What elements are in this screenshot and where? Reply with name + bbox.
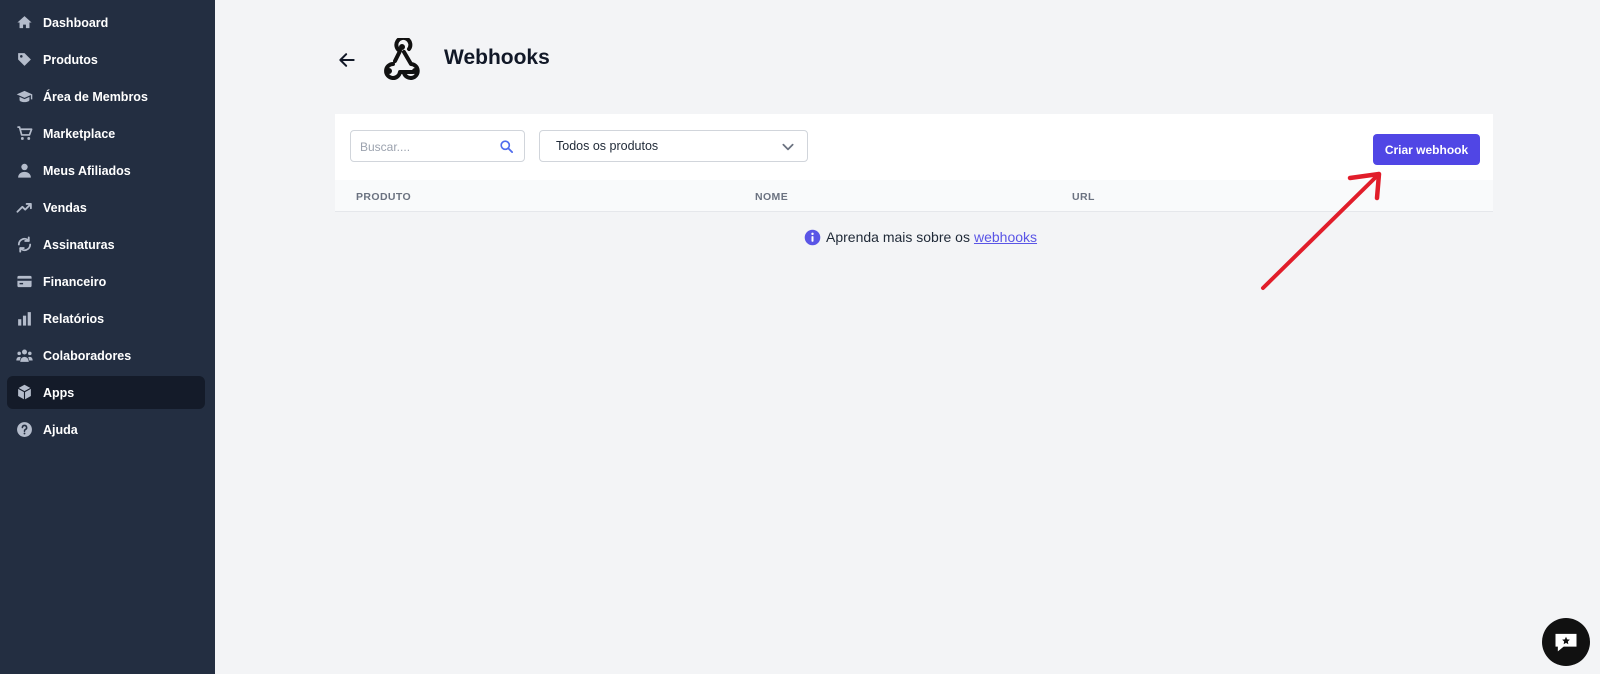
- info-text: Aprenda mais sobre os: [826, 229, 970, 245]
- sidebar-item-relatorios[interactable]: Relatórios: [7, 302, 205, 335]
- column-header-url: URL: [1072, 191, 1095, 203]
- info-message: Aprenda mais sobre os webhooks: [804, 228, 1037, 246]
- graduation-cap-icon: [15, 88, 33, 106]
- sidebar-item-produtos[interactable]: Produtos: [7, 43, 205, 76]
- arrow-left-icon: [339, 53, 355, 67]
- help-circle-icon: [15, 421, 33, 439]
- sidebar-item-label: Marketplace: [43, 126, 116, 141]
- chat-support-button[interactable]: [1542, 618, 1590, 666]
- create-webhook-button[interactable]: Criar webhook: [1373, 134, 1480, 165]
- sidebar-item-colaboradores[interactable]: Colaboradores: [7, 339, 205, 372]
- sidebar-item-label: Ajuda: [43, 422, 78, 437]
- sidebar-item-marketplace[interactable]: Marketplace: [7, 117, 205, 150]
- sidebar-item-label: Assinaturas: [43, 237, 115, 252]
- chat-icon: [1555, 633, 1577, 652]
- credit-card-icon: [15, 273, 33, 291]
- sidebar-item-vendas[interactable]: Vendas: [7, 191, 205, 224]
- cart-icon: [15, 125, 33, 143]
- trending-up-icon: [15, 199, 33, 217]
- sidebar-item-label: Vendas: [43, 200, 87, 215]
- back-button[interactable]: [335, 48, 359, 72]
- sidebar-item-label: Área de Membros: [43, 89, 148, 104]
- bar-chart-icon: [15, 310, 33, 328]
- product-filter-value: Todos os produtos: [556, 139, 659, 153]
- sidebar-item-label: Relatórios: [43, 311, 105, 326]
- sidebar-item-label: Dashboard: [43, 15, 109, 30]
- sidebar-item-assinaturas[interactable]: Assinaturas: [7, 228, 205, 261]
- tag-icon: [15, 51, 33, 69]
- sidebar-item-meus-afiliados[interactable]: Meus Afiliados: [7, 154, 205, 187]
- refresh-icon: [15, 236, 33, 254]
- webhook-icon: [384, 38, 420, 80]
- table-header: PRODUTO NOME URL: [335, 180, 1493, 212]
- sidebar-item-ajuda[interactable]: Ajuda: [7, 413, 205, 446]
- column-header-produto: PRODUTO: [356, 191, 412, 203]
- info-icon: [804, 229, 821, 245]
- search-field[interactable]: [350, 130, 525, 163]
- sidebar-item-label: Produtos: [43, 52, 98, 67]
- sidebar-item-label: Apps: [43, 385, 75, 400]
- sidebar-item-area-de-membros[interactable]: Área de Membros: [7, 80, 205, 113]
- users-icon: [15, 347, 33, 365]
- user-icon: [15, 162, 33, 180]
- chevron-down-icon: [782, 143, 794, 151]
- sidebar-item-label: Colaboradores: [43, 348, 132, 363]
- sidebar-item-apps[interactable]: Apps: [7, 376, 205, 409]
- search-input[interactable]: [358, 131, 502, 163]
- sidebar-item-financeiro[interactable]: Financeiro: [7, 265, 205, 298]
- webhooks-link[interactable]: webhooks: [974, 229, 1037, 245]
- sidebar-item-dashboard[interactable]: Dashboard: [7, 6, 205, 39]
- home-icon: [15, 14, 33, 32]
- sidebar-item-label: Meus Afiliados: [43, 163, 131, 178]
- sidebar: Dashboard Produtos Área de Membros Marke…: [0, 0, 215, 674]
- product-filter-select[interactable]: Todos os produtos: [539, 130, 808, 162]
- cubes-icon: [15, 384, 33, 402]
- sidebar-item-label: Financeiro: [43, 274, 107, 289]
- column-header-nome: NOME: [755, 191, 789, 203]
- page-title: Webhooks: [444, 46, 550, 69]
- search-icon[interactable]: [499, 139, 514, 154]
